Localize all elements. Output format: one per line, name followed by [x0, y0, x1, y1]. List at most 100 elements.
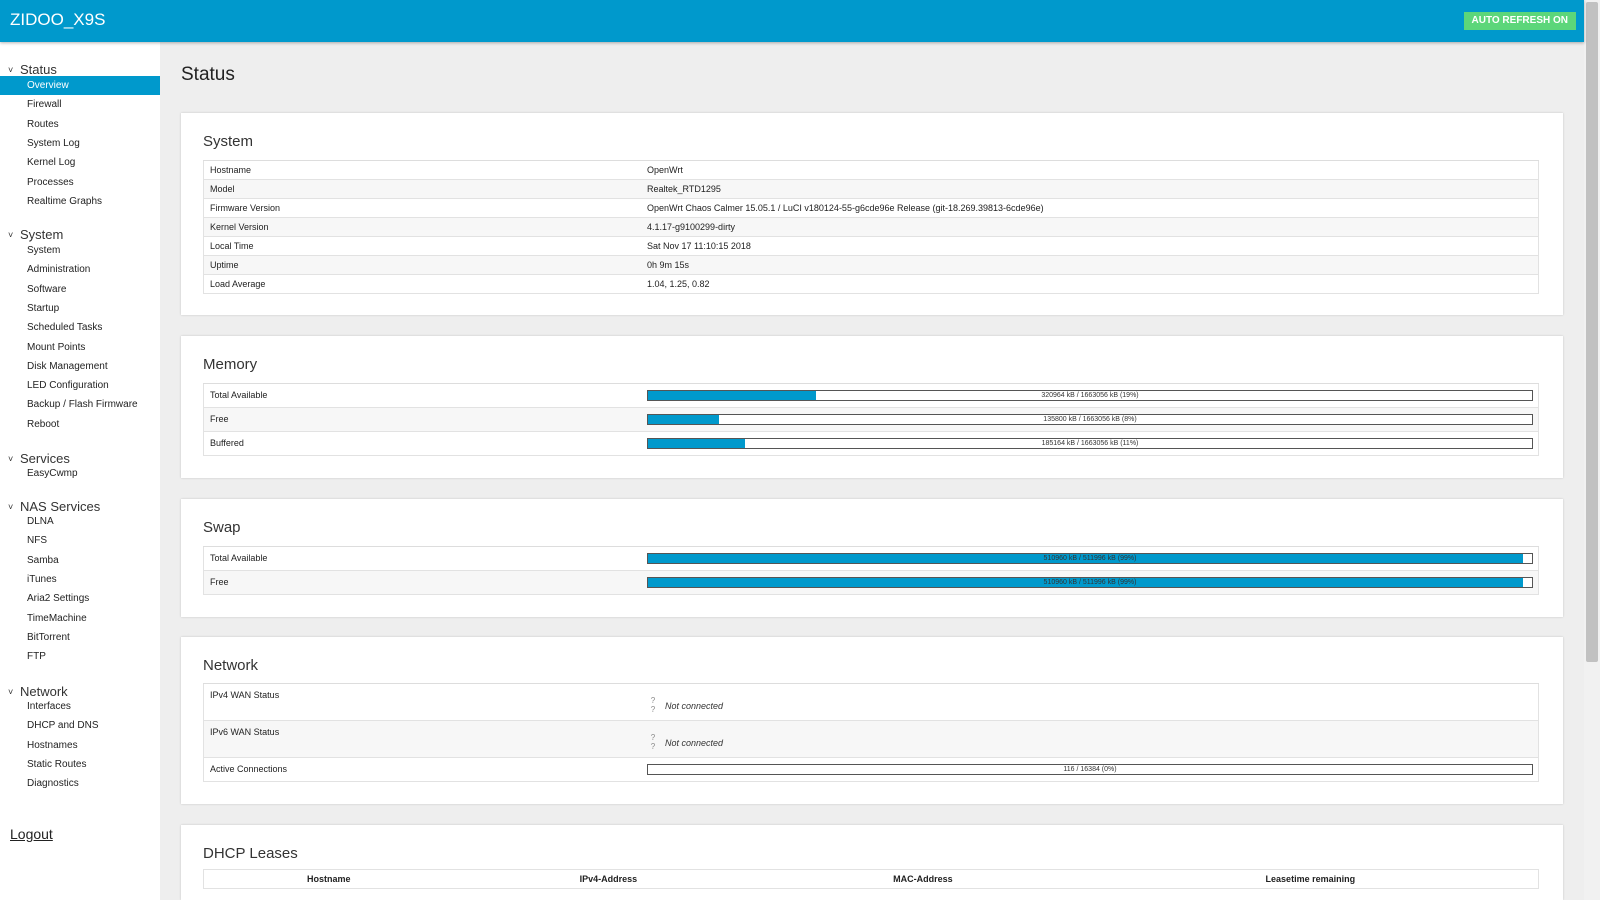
network-panel: Network IPv4 WAN Status ?? Not connected… [181, 637, 1563, 804]
system-table: Hostname OpenWrt Model Realtek_RTD1295 Firmw… [203, 160, 1539, 294]
ipv6-wan-label: IPv6 WAN Status [210, 727, 280, 737]
top-bar: ZIDOO_X9S AUTO REFRESH ON [0, 0, 1584, 42]
memory-progress-text: 135800 kB / 1663056 kB (8%) [1043, 416, 1137, 423]
swap-progress-bar: 510960 kB / 511996 kB (99%) [647, 577, 1533, 588]
ipv4-wan-row: IPv4 WAN Status ?? Not connected [203, 684, 1539, 721]
system-row: Local Time Sat Nov 17 11:10:15 2018 [203, 237, 1539, 256]
swap-row-label: Free [210, 577, 229, 587]
sidebar-category-label: Status [20, 62, 57, 77]
swap-row: Total Available 510960 kB / 511996 kB (99… [203, 547, 1539, 571]
system-row-value: 4.1.17-g9100299-dirty [647, 222, 736, 232]
logout-link[interactable]: Logout [10, 826, 53, 842]
system-panel: System Hostname OpenWrt Model Realtek_RTD12… [181, 113, 1563, 315]
sidebar-item[interactable]: Kernel Log [0, 153, 160, 172]
system-row: Load Average 1.04, 1.25, 0.82 [203, 275, 1539, 294]
swap-progress-bar: 510960 kB / 511996 kB (99%) [647, 553, 1533, 564]
swap-table: Total Available 510960 kB / 511996 kB (99… [203, 546, 1539, 595]
system-row-value: Sat Nov 17 11:10:15 2018 [647, 241, 751, 251]
dhcp-col-ipv4: IPv4-Address [579, 874, 638, 884]
sidebar-item[interactable]: Static Routes [0, 755, 160, 774]
sidebar-item[interactable]: NFS [0, 531, 160, 550]
sidebar-item[interactable]: Samba [0, 551, 160, 570]
memory-row-label: Free [210, 414, 229, 424]
system-row: Uptime 0h 9m 15s [203, 256, 1539, 275]
ipv4-wan-label: IPv4 WAN Status [210, 690, 280, 700]
auto-refresh-button[interactable]: AUTO REFRESH ON [1463, 12, 1576, 30]
chevron-down-icon: ˅ [8, 229, 14, 240]
sidebar-item[interactable]: Disk Management [0, 357, 160, 376]
sidebar-item[interactable]: LED Configuration [0, 376, 160, 395]
memory-row: Free 135800 kB / 1663056 kB (8%) [203, 408, 1539, 432]
sidebar-item[interactable]: BitTorrent [0, 628, 160, 647]
memory-progress-text: 320964 kB / 1663056 kB (19%) [1041, 392, 1139, 399]
system-row-value: 1.04, 1.25, 0.82 [647, 279, 710, 289]
sidebar-item[interactable]: Administration [0, 260, 160, 279]
memory-row: Buffered 185164 kB / 1663056 kB (11%) [203, 432, 1539, 456]
active-connections-bar: 116 / 16384 (0%) [647, 764, 1533, 775]
ipv6-wan-status: Not connected [665, 738, 724, 748]
memory-progress-bar: 320964 kB / 1663056 kB (19%) [647, 390, 1533, 401]
swap-row: Free 510960 kB / 511996 kB (99%) [203, 571, 1539, 595]
memory-progress-text: 185164 kB / 1663056 kB (11%) [1041, 440, 1139, 447]
memory-progress-bar: 185164 kB / 1663056 kB (11%) [647, 438, 1533, 449]
sidebar-item[interactable]: System Log [0, 134, 160, 153]
memory-table: Total Available 320964 kB / 1663056 kB (1… [203, 383, 1539, 456]
sidebar-item[interactable]: Routes [0, 115, 160, 134]
sidebar-item[interactable]: TimeMachine [0, 609, 160, 628]
sidebar-category-1[interactable]: ˅ System [8, 227, 63, 242]
swap-panel-title: Swap [203, 519, 241, 536]
system-row-label: Kernel Version [210, 222, 269, 232]
sidebar-item[interactable]: Startup [0, 299, 160, 318]
sidebar-item[interactable]: DLNA [0, 512, 160, 531]
scrollbar[interactable] [1584, 0, 1600, 900]
sidebar-item[interactable]: Realtime Graphs [0, 192, 160, 211]
system-row-label: Model [210, 184, 235, 194]
sidebar-item[interactable]: Software [0, 280, 160, 299]
sidebar-item[interactable]: Firewall [0, 95, 160, 114]
sidebar-item[interactable]: Backup / Flash Firmware [0, 395, 160, 414]
sidebar-item[interactable]: iTunes [0, 570, 160, 589]
swap-row-label: Total Available [210, 553, 268, 563]
system-row-value: OpenWrt Chaos Calmer 15.05.1 / LuCI v180… [647, 203, 1044, 213]
memory-panel-title: Memory [203, 356, 258, 373]
brand-title[interactable]: ZIDOO_X9S [10, 10, 105, 30]
dhcp-panel-title: DHCP Leases [203, 845, 298, 862]
sidebar-item[interactable]: System [0, 241, 160, 260]
sidebar-item[interactable]: Diagnostics [0, 774, 160, 793]
chevron-down-icon: ˅ [8, 501, 14, 512]
system-row-label: Hostname [210, 165, 252, 175]
question-icon: ?? [650, 733, 656, 751]
system-row-value: 0h 9m 15s [647, 260, 690, 270]
memory-panel: Memory Total Available 320964 kB / 166305… [181, 336, 1563, 478]
system-row: Hostname OpenWrt [203, 161, 1539, 180]
sidebar-item[interactable]: DHCP and DNS [0, 716, 160, 735]
question-icon: ?? [650, 696, 656, 714]
sidebar-item[interactable]: Processes [0, 173, 160, 192]
sidebar-category-0[interactable]: ˅ Status [8, 62, 57, 77]
system-row-value: Realtek_RTD1295 [647, 184, 721, 194]
dhcp-table-header: Hostname IPv4-Address MAC-Address Leaset… [203, 869, 1539, 889]
sidebar-item[interactable]: FTP [0, 647, 160, 666]
network-panel-title: Network [203, 657, 259, 674]
scrollbar-thumb[interactable] [1586, 2, 1598, 662]
dhcp-col-hostname: Hostname [307, 874, 351, 884]
sidebar-item[interactable]: EasyCwmp [0, 464, 160, 483]
system-row-label: Uptime [210, 260, 239, 270]
swap-panel: Swap Total Available 510960 kB / 511996 k… [181, 499, 1563, 617]
active-connections-label: Active Connections [210, 764, 288, 774]
ipv6-wan-row: IPv6 WAN Status ?? Not connected [203, 721, 1539, 758]
sidebar-item[interactable]: Interfaces [0, 697, 160, 716]
memory-row-label: Buffered [210, 438, 244, 448]
sidebar-item[interactable]: Hostnames [0, 736, 160, 755]
sidebar-item[interactable]: Overview [0, 76, 160, 95]
sidebar-item[interactable]: Scheduled Tasks [0, 318, 160, 337]
sidebar-item[interactable]: Reboot [0, 415, 160, 434]
sidebar-item[interactable]: Aria2 Settings [0, 589, 160, 608]
network-table: IPv4 WAN Status ?? Not connected IPv6 WA… [203, 683, 1539, 782]
chevron-down-icon: ˅ [8, 64, 14, 75]
system-row: Model Realtek_RTD1295 [203, 180, 1539, 199]
sidebar-category-label: System [20, 227, 64, 242]
swap-progress-text: 510960 kB / 511996 kB (99%) [1043, 555, 1137, 562]
sidebar-item[interactable]: Mount Points [0, 338, 160, 357]
swap-progress-text: 510960 kB / 511996 kB (99%) [1043, 579, 1137, 586]
